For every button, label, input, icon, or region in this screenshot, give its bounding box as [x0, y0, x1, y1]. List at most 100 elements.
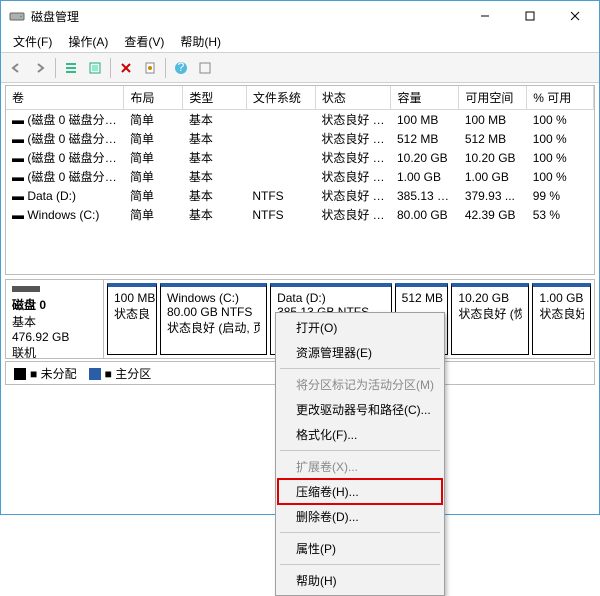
table-row[interactable]: ▬ Data (D:)简单基本NTFS状态良好 (...385.13 GB379…: [6, 186, 594, 205]
nav-back-icon[interactable]: [5, 57, 27, 79]
nav-forward-icon[interactable]: [29, 57, 51, 79]
partition-label: Windows (C:): [167, 291, 260, 305]
cell-pctfree: 100 %: [527, 129, 594, 148]
cell-layout: 简单: [124, 186, 183, 205]
svg-text:?: ?: [178, 61, 185, 74]
properties-icon[interactable]: [139, 57, 161, 79]
cell-fs: NTFS: [246, 205, 315, 224]
cell-layout: 简单: [124, 167, 183, 186]
cell-capacity: 10.20 GB: [391, 148, 459, 167]
ctx-open[interactable]: 打开(O): [278, 315, 442, 340]
cell-layout: 简单: [124, 148, 183, 167]
help-icon[interactable]: ?: [170, 57, 192, 79]
table-row[interactable]: ▬ (磁盘 0 磁盘分区 5)简单基本状态良好 (...512 MB512 MB…: [6, 129, 594, 148]
partition-block[interactable]: 10.20 GB状态良好 (恢复分: [451, 283, 529, 355]
menu-view[interactable]: 查看(V): [116, 31, 172, 52]
ctx-format[interactable]: 格式化(F)...: [278, 422, 442, 447]
cell-vol: ▬ (磁盘 0 磁盘分区 5): [6, 129, 124, 148]
ctx-mark-active: 将分区标记为活动分区(M): [278, 372, 442, 397]
cell-type: 基本: [183, 167, 246, 186]
col-volume[interactable]: 卷: [6, 86, 124, 110]
partition-status: 状态良好: [114, 305, 150, 322]
minimize-button[interactable]: [462, 2, 507, 30]
cell-free: 100 MB: [459, 110, 527, 130]
list-view-icon[interactable]: [60, 57, 82, 79]
table-row[interactable]: ▬ (磁盘 0 磁盘分区 1)简单基本状态良好 (...100 MB100 MB…: [6, 110, 594, 130]
disk-header[interactable]: 磁盘 0 基本 476.92 GB 联机: [6, 280, 104, 358]
partition-status: 状态良好 (恢复分: [458, 305, 522, 322]
close-button[interactable]: [552, 2, 597, 30]
cell-status: 状态良好 (...: [315, 205, 391, 224]
cell-vol: ▬ Data (D:): [6, 186, 124, 205]
partition-block[interactable]: 1.00 GB状态良好 (恢: [532, 283, 591, 355]
toolbar: ?: [1, 53, 599, 83]
ctx-change-drive-letter[interactable]: 更改驱动器号和路径(C)...: [278, 397, 442, 422]
cell-capacity: 1.00 GB: [391, 167, 459, 186]
ctx-help[interactable]: 帮助(H): [278, 568, 442, 593]
cell-free: 1.00 GB: [459, 167, 527, 186]
cell-vol: ▬ Windows (C:): [6, 205, 124, 224]
legend-primary: ■ 主分区: [89, 365, 152, 382]
cell-free: 379.93 ...: [459, 186, 527, 205]
cell-pctfree: 53 %: [527, 205, 594, 224]
cell-status: 状态良好 (...: [315, 129, 391, 148]
ctx-properties[interactable]: 属性(P): [278, 536, 442, 561]
menu-action[interactable]: 操作(A): [60, 31, 116, 52]
cell-fs: [246, 167, 315, 186]
cell-vol: ▬ (磁盘 0 磁盘分区 6): [6, 148, 124, 167]
action-x-icon[interactable]: [115, 57, 137, 79]
col-layout[interactable]: 布局: [124, 86, 183, 110]
window-title: 磁盘管理: [31, 8, 462, 25]
col-freespace[interactable]: 可用空间: [459, 86, 527, 110]
col-capacity[interactable]: 容量: [391, 86, 459, 110]
refresh-icon[interactable]: [84, 57, 106, 79]
maximize-button[interactable]: [507, 2, 552, 30]
partition-size: 100 MB: [114, 291, 150, 305]
cell-free: 42.39 GB: [459, 205, 527, 224]
cell-free: 10.20 GB: [459, 148, 527, 167]
ctx-explorer[interactable]: 资源管理器(E): [278, 340, 442, 365]
cell-type: 基本: [183, 186, 246, 205]
cell-capacity: 385.13 GB: [391, 186, 459, 205]
menu-help[interactable]: 帮助(H): [172, 31, 229, 52]
ctx-shrink[interactable]: 压缩卷(H)...: [278, 479, 442, 504]
cell-status: 状态良好 (...: [315, 167, 391, 186]
ctx-delete[interactable]: 删除卷(D)...: [278, 504, 442, 529]
menu-file[interactable]: 文件(F): [5, 31, 60, 52]
cell-fs: [246, 110, 315, 130]
cell-capacity: 100 MB: [391, 110, 459, 130]
partition-block[interactable]: Windows (C:)80.00 GB NTFS状态良好 (启动, 页面文: [160, 283, 267, 355]
cell-fs: NTFS: [246, 186, 315, 205]
cell-status: 状态良好 (...: [315, 186, 391, 205]
cell-free: 512 MB: [459, 129, 527, 148]
settings-icon[interactable]: [194, 57, 216, 79]
disk-icon: [12, 286, 40, 292]
col-filesystem[interactable]: 文件系统: [246, 86, 315, 110]
partition-size: 10.20 GB: [458, 291, 522, 305]
volume-list[interactable]: 卷 布局 类型 文件系统 状态 容量 可用空间 % 可用 ▬ (磁盘 0 磁盘分…: [5, 85, 595, 275]
table-row[interactable]: ▬ (磁盘 0 磁盘分区 7)简单基本状态良好 (...1.00 GB1.00 …: [6, 167, 594, 186]
legend-unallocated: ■ 未分配: [14, 365, 77, 382]
partition-block[interactable]: 100 MB状态良好: [107, 283, 157, 355]
table-row[interactable]: ▬ Windows (C:)简单基本NTFS状态良好 (...80.00 GB4…: [6, 205, 594, 224]
cell-capacity: 512 MB: [391, 129, 459, 148]
col-type[interactable]: 类型: [183, 86, 246, 110]
cell-fs: [246, 148, 315, 167]
cell-type: 基本: [183, 148, 246, 167]
cell-status: 状态良好 (...: [315, 148, 391, 167]
partition-size: 80.00 GB NTFS: [167, 305, 260, 319]
cell-layout: 简单: [124, 205, 183, 224]
partition-label: Data (D:): [277, 291, 385, 305]
col-status[interactable]: 状态: [315, 86, 391, 110]
volume-table: 卷 布局 类型 文件系统 状态 容量 可用空间 % 可用 ▬ (磁盘 0 磁盘分…: [6, 86, 594, 224]
disk-size: 476.92 GB: [12, 330, 97, 344]
ctx-extend: 扩展卷(X)...: [278, 454, 442, 479]
cell-type: 基本: [183, 129, 246, 148]
menubar: 文件(F) 操作(A) 查看(V) 帮助(H): [1, 31, 599, 53]
partition-size: 512 MB: [402, 291, 442, 305]
table-header-row[interactable]: 卷 布局 类型 文件系统 状态 容量 可用空间 % 可用: [6, 86, 594, 110]
col-pctfree[interactable]: % 可用: [527, 86, 594, 110]
cell-pctfree: 100 %: [527, 167, 594, 186]
disk-name: 磁盘 0: [12, 296, 97, 313]
table-row[interactable]: ▬ (磁盘 0 磁盘分区 6)简单基本状态良好 (...10.20 GB10.2…: [6, 148, 594, 167]
